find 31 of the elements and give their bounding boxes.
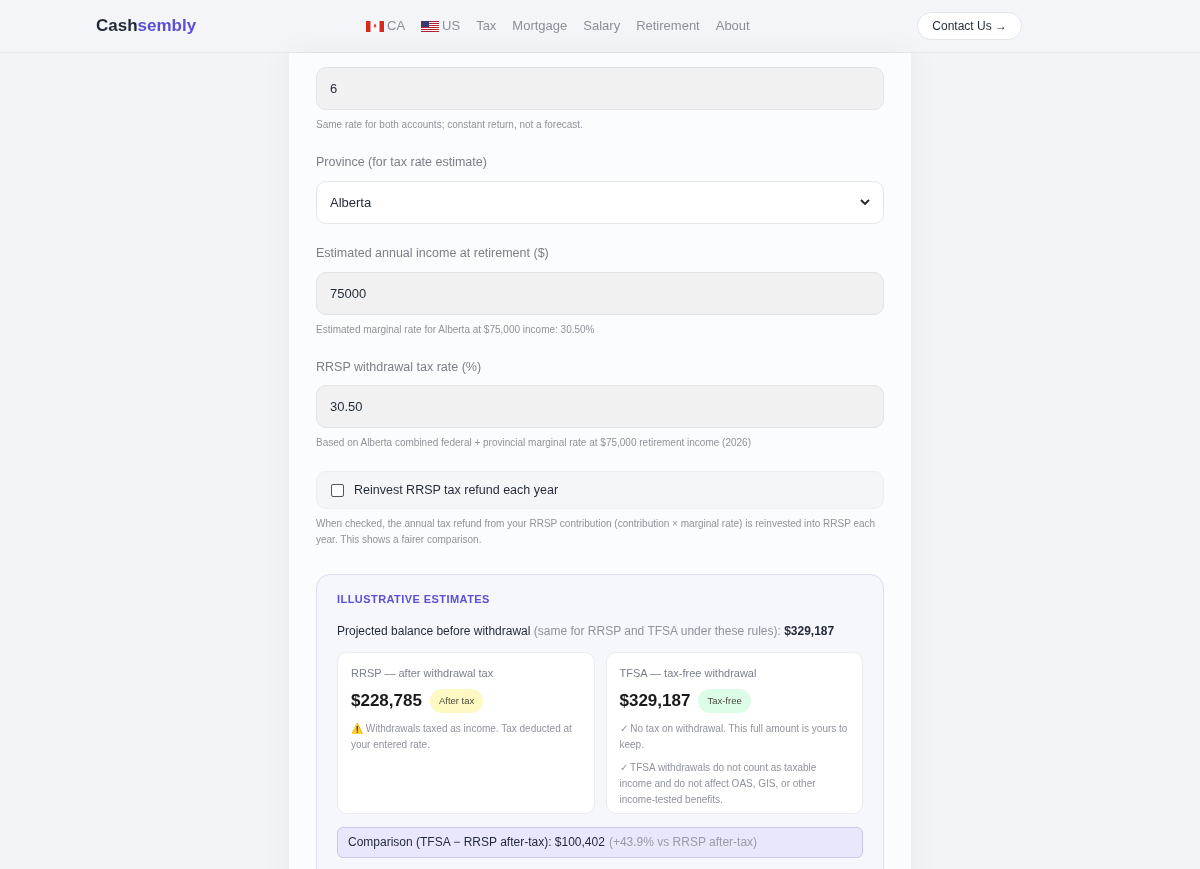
card-note: ✓ No tax on withdrawal. This full amount is yours to keep. — [619, 721, 849, 752]
amount: $228,785 — [351, 690, 422, 713]
field-hint: Based on Alberta combined federal + provincial marginal rate at $75,000 retirement income (2026) — [316, 436, 752, 451]
card-note: ⚠ Withdrawals taxed as income. Tax deducted at your entered rate. — [351, 721, 573, 752]
field-hint: When checked, the annual tax refund from your RRSP contribution (contribution × marginal rate) is reinvested into RRSP each year. This shows a fairer comparison. — [316, 517, 877, 548]
chevron-icon — [860, 198, 870, 206]
select-field[interactable]: Alberta — [316, 180, 884, 224]
status-badge: After tax — [429, 688, 484, 714]
amount: $329,187 — [619, 690, 691, 713]
card-title: TFSA — tax-free withdrawal — [619, 665, 758, 681]
status-badge: Tax-free — [698, 688, 751, 714]
field-hint: Estimated marginal rate for Alberta at $75,000 income: 30.50% — [316, 322, 596, 337]
checkbox[interactable] — [331, 483, 344, 497]
field-label: RRSP withdrawal tax rate (%) — [316, 358, 483, 376]
input-field[interactable]: 6 — [316, 67, 884, 110]
contact-button[interactable]: Contact Us → — [917, 12, 1022, 40]
card-title: RRSP — after withdrawal tax — [351, 665, 495, 681]
card-note: ✓ TFSA withdrawals do not count as taxable income and do not affect OAS, GIS, or other income-tested benefits. — [619, 760, 818, 807]
logo[interactable]: Cashsembly — [96, 13, 366, 39]
flag-icon — [421, 20, 440, 32]
comparison-text: Comparison (TFSA − RRSP after-tax): $100,402 — [348, 834, 605, 852]
input-field[interactable]: 75000 — [316, 271, 884, 315]
flag-icon — [366, 20, 384, 32]
checkbox-row[interactable]: Reinvest RRSP tax refund each year — [316, 471, 884, 510]
input-field[interactable]: 30.50 — [316, 385, 884, 429]
section-heading: ILLUSTRATIVE ESTIMATES — [337, 592, 491, 608]
projected-balance: Projected balance before withdrawal (same for RRSP and TFSA under these rules): $329,187 — [337, 622, 836, 640]
field-hint: Same rate for both accounts; constant return, not a forecast. — [316, 118, 584, 132]
comparison-note: (+43.9% vs RRSP after-tax) — [608, 834, 758, 852]
field-label: Estimated annual income at retirement ($) — [316, 244, 550, 262]
field-label: Province (for tax rate estimate) — [316, 154, 488, 171]
